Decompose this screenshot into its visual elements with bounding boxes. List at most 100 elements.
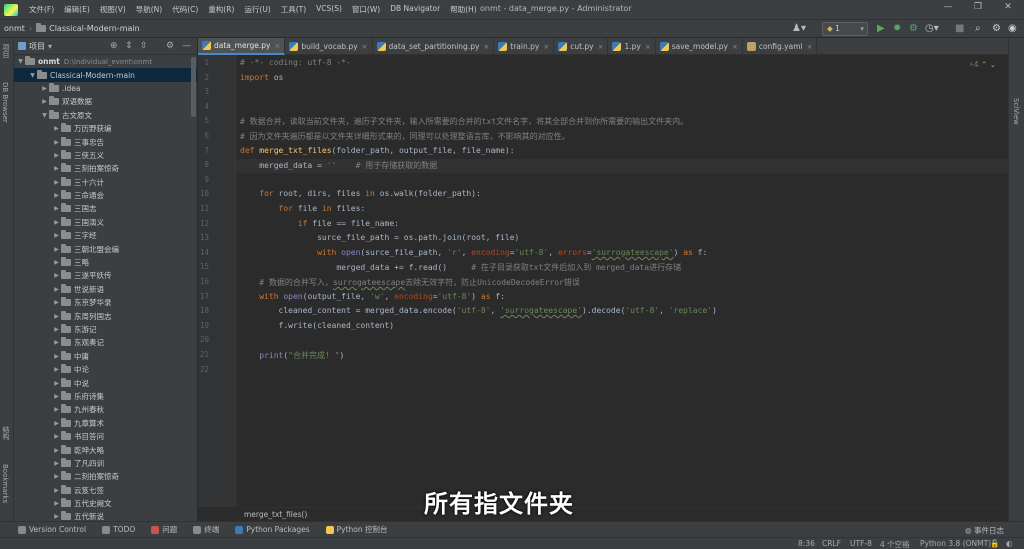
close-tab-icon[interactable]: ×	[543, 43, 549, 51]
tree-item[interactable]: ▶ 三字经	[14, 229, 197, 242]
expand-all-icon[interactable]: ⇕	[125, 41, 133, 51]
chevron-right-icon[interactable]: ▶	[52, 447, 61, 454]
chevron-right-icon[interactable]: ▶	[52, 420, 61, 427]
code-line[interactable]: surce_file_path = os.path.join(root, fil…	[240, 233, 519, 242]
chevron-right-icon[interactable]: ▶	[52, 165, 61, 172]
breadcrumb-project[interactable]: onmt	[0, 24, 29, 33]
inspection-indicator[interactable]: ⚡4 ⌃ ⌄	[969, 60, 996, 69]
sciview-tool-tab[interactable]: SciView	[1012, 98, 1020, 125]
code-line[interactable]: with open(surce_file_path, 'r', encoding…	[240, 248, 707, 257]
bookmarks-tool-tab[interactable]: Bookmarks	[1, 464, 9, 503]
jetbrains-icon[interactable]: ◉	[1008, 23, 1017, 35]
bottom-tool-button[interactable]: 终端	[193, 524, 219, 535]
lock-icon[interactable]: 🔓	[990, 539, 999, 548]
chevron-down-icon[interactable]: ⌄	[990, 60, 996, 69]
code-line[interactable]: # 数据的合并写入，surrogateescape去除无效字符，防止Unicod…	[240, 277, 580, 288]
search-icon[interactable]: ⌕	[975, 23, 981, 35]
tree-item[interactable]: ▶ 三侠五义	[14, 149, 197, 162]
project-tool-tab[interactable]: 项目	[1, 44, 11, 58]
code-line[interactable]: import os	[240, 73, 283, 82]
chevron-right-icon[interactable]: ▶	[52, 393, 61, 400]
editor-tab[interactable]: 1.py ×	[608, 38, 656, 55]
close-tab-icon[interactable]: ×	[362, 43, 368, 51]
tree-item[interactable]: ▶ 五代史阙文	[14, 497, 197, 510]
bottom-tool-button[interactable]: TODO	[102, 524, 135, 535]
code-line[interactable]: print("合并完成! ")	[240, 350, 344, 361]
code-line[interactable]: merged_data = '' # 用于存储获取的数据	[240, 160, 437, 171]
chevron-right-icon[interactable]: ▶	[52, 339, 61, 346]
menu-item[interactable]: 窗口(W)	[347, 4, 385, 15]
menu-item[interactable]: 帮助(H)	[445, 4, 482, 15]
bottom-tool-button[interactable]: Python Packages	[235, 524, 310, 535]
chevron-right-icon[interactable]: ▶	[52, 460, 61, 467]
line-separator[interactable]: CRLF	[822, 539, 841, 548]
close-tab-icon[interactable]: ×	[645, 43, 651, 51]
menu-item[interactable]: 导航(N)	[131, 4, 167, 15]
code-line[interactable]: # 因为文件夹遍历都是以文件夹详细形式来的，同理可以处理整语言库，不影响其的对应…	[240, 131, 570, 142]
chevron-right-icon[interactable]: ▶	[52, 366, 61, 373]
run-config-select[interactable]: ◆ 1 ▾	[822, 22, 868, 36]
chevron-right-icon[interactable]: ▶	[52, 125, 61, 132]
chevron-right-icon[interactable]: ▶	[52, 353, 61, 360]
tree-main-folder[interactable]: ▼ Classical-Modern-main	[14, 68, 197, 82]
close-icon[interactable]: ✕	[1000, 2, 1016, 16]
chevron-right-icon[interactable]: ▶	[52, 205, 61, 212]
close-tab-icon[interactable]: ×	[274, 42, 280, 50]
menu-item[interactable]: DB Navigator	[385, 4, 445, 15]
tree-item[interactable]: ▶ 二刻拍案惊奇	[14, 470, 197, 483]
code-line[interactable]: # 数据合并，读取当前文件夹，遍历子文件夹，输入所需要的合并的txt文件名字，将…	[240, 116, 688, 127]
run-icon[interactable]: ▶	[877, 23, 885, 35]
tree-root[interactable]: ▼ onmt D:\individual_event\onmt	[14, 55, 197, 68]
close-tab-icon[interactable]: ×	[807, 43, 813, 51]
code-breadcrumb[interactable]: merge_txt_files()	[242, 507, 1002, 521]
chevron-right-icon[interactable]: ▶	[52, 286, 61, 293]
chevron-right-icon[interactable]: ▶	[52, 380, 61, 387]
editor-tab[interactable]: train.py ×	[494, 38, 555, 55]
maximize-icon[interactable]: ❐	[970, 2, 986, 16]
tree-item[interactable]: ▶ 三朝北盟会编	[14, 242, 197, 255]
tree-item[interactable]: ▶ 九州春秋	[14, 403, 197, 416]
chevron-right-icon[interactable]: ▶	[52, 473, 61, 480]
collapse-all-icon[interactable]: ⇳	[140, 41, 148, 51]
editor-tab[interactable]: data_merge.py ×	[198, 38, 286, 55]
locate-icon[interactable]: ⊕	[110, 41, 118, 51]
notifications-icon[interactable]: ◐	[1006, 539, 1013, 548]
chevron-right-icon[interactable]: ▶	[40, 85, 49, 92]
user-icon[interactable]: ♟▾	[792, 23, 806, 35]
close-tab-icon[interactable]: ×	[732, 43, 738, 51]
event-log-button[interactable]: ◍ 事件日志	[965, 525, 1004, 536]
tree-item[interactable]: ▶ 三命通会	[14, 189, 197, 202]
code-line[interactable]: if file == file_name:	[240, 219, 399, 228]
menu-item[interactable]: 重构(R)	[203, 4, 239, 15]
editor-tab[interactable]: cut.py ×	[554, 38, 609, 55]
tree-item[interactable]: ▶ 三略	[14, 256, 197, 269]
tree-item[interactable]: ▶ 东观奏记	[14, 336, 197, 349]
code-line[interactable]: # -*- coding: utf-8 -*-	[240, 58, 351, 67]
chevron-up-icon[interactable]: ⌃	[981, 60, 987, 69]
profile-icon[interactable]: ◷▾	[925, 23, 939, 35]
tree-item[interactable]: ▶ 三遂平妖传	[14, 269, 197, 282]
editor-tab[interactable]: data_set_partitioning.py ×	[373, 38, 495, 55]
tree-item[interactable]: ▶ 三国志	[14, 202, 197, 215]
editor-tab[interactable]: save_model.py ×	[656, 38, 743, 55]
menu-item[interactable]: 视图(V)	[95, 4, 131, 15]
code-line[interactable]: merged_data += f.read() # 在子目录获取txt文件后加入…	[240, 262, 681, 273]
chevron-down-icon[interactable]: ▼	[40, 112, 49, 119]
menu-item[interactable]: 编辑(E)	[59, 4, 95, 15]
bottom-tool-button[interactable]: Python 控制台	[325, 524, 388, 535]
chevron-right-icon[interactable]: ▶	[52, 179, 61, 186]
settings-icon[interactable]: ⚙	[992, 23, 1001, 35]
tree-item[interactable]: ▶ 书目答问	[14, 430, 197, 443]
code-line[interactable]: with open(output_file, 'w', encoding='ut…	[240, 292, 505, 301]
chevron-right-icon[interactable]: ▶	[52, 192, 61, 199]
minimize-icon[interactable]: —	[940, 2, 956, 16]
menu-item[interactable]: 文件(F)	[24, 4, 59, 15]
project-panel-title[interactable]: 项目	[29, 41, 45, 52]
chevron-right-icon[interactable]: ▶	[52, 406, 61, 413]
tree-item[interactable]: ▶ 九章算术	[14, 417, 197, 430]
structure-tool-tab[interactable]: 结构	[1, 426, 11, 440]
chevron-right-icon[interactable]: ▶	[52, 313, 61, 320]
tree-item[interactable]: ▶ 三国演义	[14, 216, 197, 229]
tree-item[interactable]: ▶ 东游记	[14, 323, 197, 336]
bottom-tool-button[interactable]: 问题	[151, 524, 177, 535]
